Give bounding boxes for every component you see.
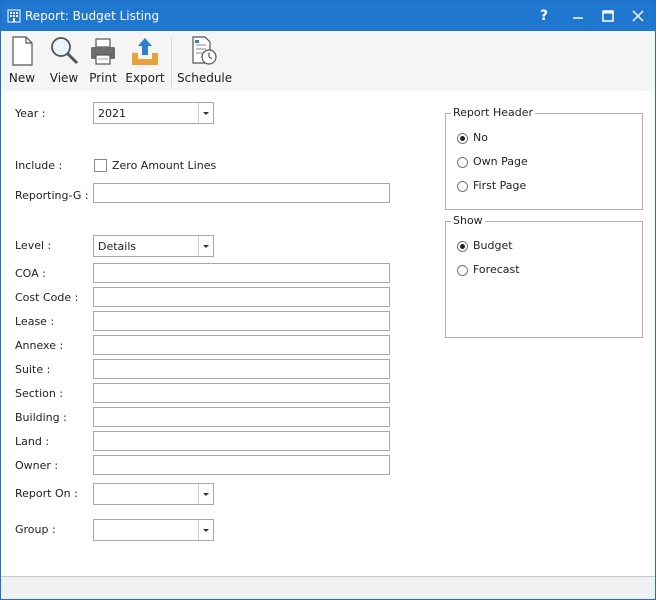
- view-label: View: [49, 71, 79, 85]
- radio-first-page-label[interactable]: First Page: [473, 179, 526, 192]
- section-label: Section :: [15, 387, 64, 400]
- chevron-down-icon[interactable]: [198, 103, 213, 123]
- chevron-down-icon[interactable]: [198, 484, 213, 504]
- close-icon: [632, 10, 644, 22]
- toolbar: New View Print Export Schedule: [1, 31, 655, 91]
- magnifier-icon: [51, 37, 79, 65]
- printer-icon: [91, 38, 115, 65]
- report-window: Report: Budget Listing ? New View Print …: [0, 0, 656, 600]
- window-title: Report: Budget Listing: [25, 9, 160, 23]
- land-label: Land :: [15, 435, 50, 448]
- annexe-field[interactable]: [93, 335, 390, 355]
- minimize-button[interactable]: [563, 5, 593, 27]
- coa-field[interactable]: [93, 263, 390, 283]
- new-button[interactable]: New: [7, 35, 37, 85]
- maximize-icon: [602, 10, 614, 22]
- land-field[interactable]: [93, 431, 390, 451]
- include-label: Include :: [15, 159, 63, 172]
- radio-forecast[interactable]: [457, 265, 468, 276]
- new-label: New: [8, 71, 36, 85]
- lease-field[interactable]: [93, 311, 390, 331]
- minimize-icon: [573, 17, 583, 19]
- report-header-group: Report Header No Own Page First Page: [445, 106, 643, 210]
- radio-own-page-label[interactable]: Own Page: [473, 155, 528, 168]
- schedule-icon: [192, 36, 217, 65]
- chevron-down-icon[interactable]: [198, 520, 213, 540]
- owner-field[interactable]: [93, 455, 390, 475]
- building-label: Building :: [15, 411, 67, 424]
- radio-budget[interactable]: [457, 241, 468, 252]
- cost-code-field[interactable]: [93, 287, 390, 307]
- radio-no[interactable]: [457, 133, 468, 144]
- suite-field[interactable]: [93, 359, 390, 379]
- suite-label: Suite :: [15, 363, 51, 376]
- schedule-button[interactable]: Schedule: [177, 35, 233, 85]
- view-button[interactable]: View: [47, 35, 81, 85]
- group-label: Group :: [15, 523, 56, 536]
- year-label: Year :: [15, 107, 46, 120]
- cost-code-label: Cost Code :: [15, 291, 79, 304]
- radio-budget-label[interactable]: Budget: [473, 239, 513, 252]
- reporting-group-field[interactable]: [93, 183, 390, 203]
- report-on-label: Report On :: [15, 487, 78, 500]
- radio-first-page[interactable]: [457, 181, 468, 192]
- status-bar: [1, 576, 655, 599]
- help-button[interactable]: ?: [529, 5, 559, 27]
- show-title: Show: [451, 214, 485, 227]
- print-label: Print: [89, 71, 117, 85]
- owner-label: Owner :: [15, 459, 59, 472]
- annexe-label: Annexe :: [15, 339, 64, 352]
- new-document-icon: [12, 36, 33, 66]
- show-group: Show Budget Forecast: [445, 214, 643, 338]
- zero-amount-checkbox[interactable]: [94, 159, 107, 172]
- title-bar: Report: Budget Listing ?: [1, 1, 655, 31]
- reporting-group-label: Reporting-G :: [15, 189, 89, 202]
- radio-own-page[interactable]: [457, 157, 468, 168]
- lease-label: Lease :: [15, 315, 55, 328]
- toolbar-separator: [171, 37, 172, 87]
- report-header-title: Report Header: [451, 106, 536, 119]
- year-select[interactable]: 2021: [93, 102, 214, 124]
- group-select[interactable]: [93, 519, 214, 541]
- level-label: Level :: [15, 239, 52, 252]
- coa-label: COA :: [15, 267, 46, 280]
- zero-amount-label[interactable]: Zero Amount Lines: [112, 159, 216, 172]
- section-field[interactable]: [93, 383, 390, 403]
- maximize-button[interactable]: [593, 5, 623, 27]
- export-button[interactable]: Export: [125, 35, 165, 85]
- export-icon: [132, 38, 158, 65]
- radio-no-label[interactable]: No: [473, 131, 488, 144]
- close-button[interactable]: [623, 5, 653, 27]
- chevron-down-icon[interactable]: [198, 236, 213, 256]
- building-field[interactable]: [93, 407, 390, 427]
- print-button[interactable]: Print: [87, 35, 119, 85]
- schedule-label: Schedule: [177, 71, 233, 85]
- radio-forecast-label[interactable]: Forecast: [473, 263, 520, 276]
- year-value: 2021: [98, 107, 126, 120]
- report-on-select[interactable]: [93, 483, 214, 505]
- building-icon: [7, 9, 21, 23]
- level-value: Details: [98, 240, 137, 253]
- level-select[interactable]: Details: [93, 235, 214, 257]
- export-label: Export: [125, 71, 165, 85]
